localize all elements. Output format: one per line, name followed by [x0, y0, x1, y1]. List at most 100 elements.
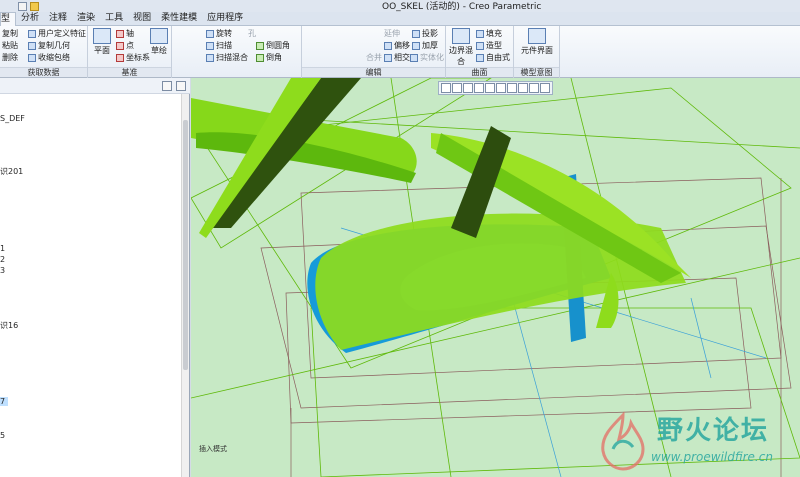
model-tree-pane: S_DEF 识201 1 2 3 识16 7 5	[0, 78, 190, 477]
ribbon: 复制 粘贴 删除 用户定义特征 复制几何 收缩包络 获取数据 平面 轴 点 坐标…	[0, 26, 800, 78]
intersect-icon	[384, 53, 392, 62]
chamfer-icon	[256, 53, 264, 62]
copy-button[interactable]: 复制	[2, 28, 18, 39]
datum-display-icon[interactable]	[518, 83, 528, 93]
component-interface-button[interactable]: 元件界面	[520, 28, 554, 56]
boundary-blend-button[interactable]: 边界混合	[448, 28, 474, 67]
fill-icon	[476, 29, 484, 38]
group-label-editing: 编辑	[302, 67, 445, 77]
sweep-icon	[206, 41, 214, 50]
view-manager-icon[interactable]	[507, 83, 517, 93]
revolve-button[interactable]: 旋转	[206, 28, 232, 39]
zoom-out-icon[interactable]	[463, 83, 473, 93]
project-icon	[412, 29, 420, 38]
annotation-display-icon[interactable]	[540, 83, 550, 93]
display-style-icon[interactable]	[485, 83, 495, 93]
point-icon	[116, 41, 124, 50]
project-button[interactable]: 投影	[412, 28, 438, 39]
freestyle-button[interactable]: 自由式	[476, 52, 510, 63]
plane-button[interactable]: 平面	[90, 28, 114, 56]
sketch-button[interactable]: 草绘	[148, 28, 170, 56]
tab-model[interactable]: 型	[0, 12, 17, 26]
plane-icon	[93, 28, 111, 44]
group-editing: 延伸 投影 偏移 加厚 相交 实体化 合并 编辑	[302, 26, 446, 78]
view-toolbar	[438, 81, 553, 95]
tab-view[interactable]: 视图	[128, 12, 156, 26]
tree-scrollbar-thumb[interactable]	[183, 120, 188, 370]
tab-analysis[interactable]: 分析	[16, 12, 44, 26]
tree-item[interactable]: S_DEF	[0, 114, 25, 123]
intersect-button[interactable]: 相交	[384, 52, 410, 63]
boundary-blend-icon	[452, 28, 470, 44]
group-get-data: 复制 粘贴 删除 用户定义特征 复制几何 收缩包络 获取数据	[0, 26, 88, 78]
hole-button[interactable]: 孔	[248, 28, 256, 39]
forum-watermark: 野火论坛 www.proewildfire.cn	[587, 405, 797, 475]
title-bar: OO_SKEL (活动的) - Creo Parametric	[0, 0, 800, 12]
group-label-datum: 基准	[88, 67, 171, 77]
saved-orientations-icon[interactable]	[496, 83, 506, 93]
tab-render[interactable]: 渲染	[72, 12, 100, 26]
merge-button[interactable]: 合并	[366, 52, 382, 63]
new-icon[interactable]	[18, 1, 27, 11]
insert-mode-label: 插入模式	[199, 445, 227, 453]
refit-icon[interactable]	[441, 83, 451, 93]
fill-button[interactable]: 填充	[476, 28, 502, 39]
zoom-in-icon[interactable]	[452, 83, 462, 93]
csys-button[interactable]: 坐标系	[116, 52, 150, 63]
tree-item[interactable]: 识16	[0, 320, 18, 331]
delete-button[interactable]: 删除	[2, 52, 18, 63]
paste-button[interactable]: 粘贴	[2, 40, 18, 51]
solidify-icon	[410, 53, 418, 62]
tab-flexible-modeling[interactable]: 柔性建模	[156, 12, 202, 26]
tab-annotate[interactable]: 注释	[44, 12, 72, 26]
repaint-icon[interactable]	[474, 83, 484, 93]
tree-item[interactable]: 3	[0, 266, 5, 275]
chamfer-button[interactable]: 倒角	[256, 52, 282, 63]
group-label-surfaces: 曲面	[446, 67, 513, 77]
revolve-icon	[206, 29, 214, 38]
style-icon	[476, 41, 484, 50]
tree-filter-icon[interactable]	[162, 81, 172, 91]
axis-button[interactable]: 轴	[116, 28, 134, 39]
swept-blend-button[interactable]: 扫描混合	[206, 52, 248, 63]
thicken-icon	[412, 41, 420, 50]
offset-button[interactable]: 偏移	[384, 40, 410, 51]
sketch-icon	[150, 28, 168, 44]
tree-scrollbar[interactable]	[181, 94, 189, 477]
axis-icon	[116, 29, 124, 38]
tree-item[interactable]: 2	[0, 255, 5, 264]
round-button[interactable]: 倒圆角	[256, 40, 290, 51]
green-surface-body	[191, 78, 691, 350]
tree-item-selected[interactable]: 7	[0, 397, 8, 406]
point-button[interactable]: 点	[116, 40, 134, 51]
open-folder-icon[interactable]	[30, 1, 39, 11]
tree-item[interactable]: 1	[0, 244, 5, 253]
extend-button[interactable]: 延伸	[384, 28, 400, 39]
solidify-button[interactable]: 实体化	[410, 52, 444, 63]
watermark-title: 野火论坛	[657, 416, 770, 446]
sweep-button[interactable]: 扫描	[206, 40, 232, 51]
tab-tools[interactable]: 工具	[100, 12, 128, 26]
round-icon	[256, 41, 264, 50]
tree-tools	[162, 81, 186, 91]
freestyle-icon	[476, 53, 484, 62]
tab-applications[interactable]: 应用程序	[202, 12, 248, 26]
shrinkwrap-icon	[28, 53, 36, 62]
style-button[interactable]: 造型	[476, 40, 502, 51]
tree-settings-icon[interactable]	[176, 81, 186, 91]
ribbon-tabs: 型 分析 注释 渲染 工具 视图 柔性建模 应用程序	[0, 12, 800, 26]
group-model-intent: 元件界面 模型意图	[514, 26, 560, 78]
flame-logo-icon	[601, 411, 645, 471]
udf-icon	[28, 29, 36, 38]
udf-button[interactable]: 用户定义特征	[28, 28, 86, 39]
shrinkwrap-button[interactable]: 收缩包络	[28, 52, 70, 63]
copy-geometry-icon	[28, 41, 36, 50]
spin-center-icon[interactable]	[529, 83, 539, 93]
group-surfaces: 边界混合 填充 造型 自由式 曲面	[446, 26, 514, 78]
tree-item[interactable]: 识201	[0, 166, 23, 177]
component-interface-icon	[528, 28, 546, 44]
tree-item[interactable]: 5	[0, 431, 5, 440]
thicken-button[interactable]: 加厚	[412, 40, 438, 51]
group-datum: 平面 轴 点 坐标系 草绘 基准	[88, 26, 172, 78]
copy-geometry-button[interactable]: 复制几何	[28, 40, 70, 51]
